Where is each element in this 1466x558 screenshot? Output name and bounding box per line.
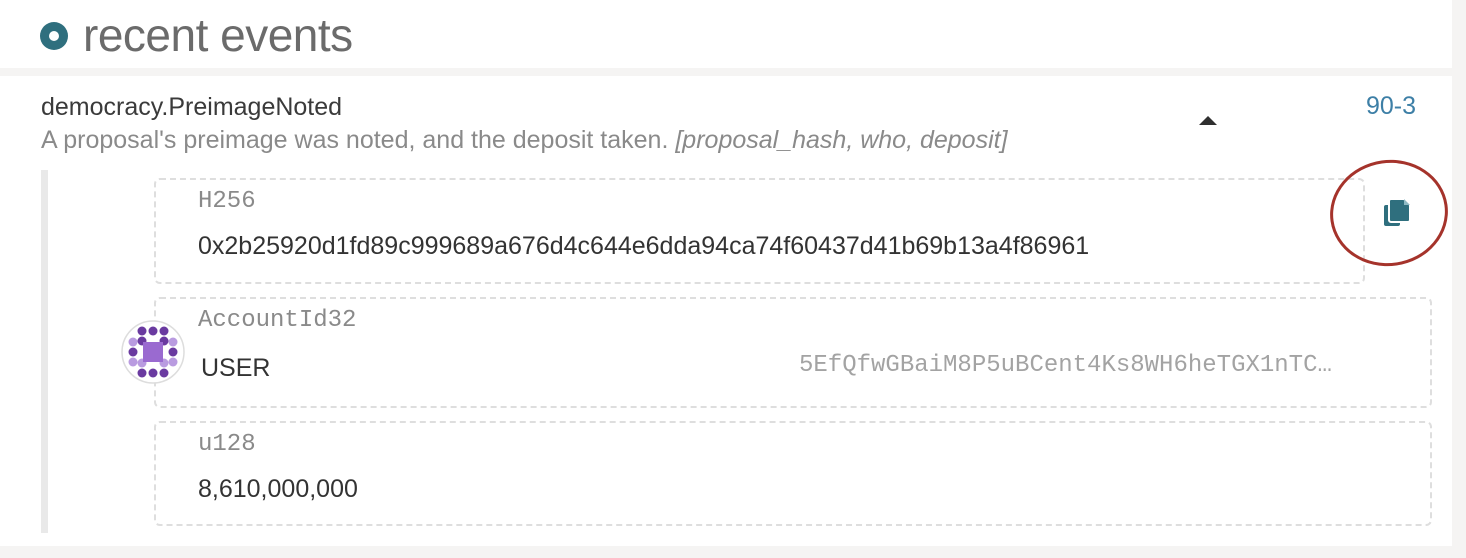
section-title: recent events xyxy=(83,9,353,61)
section-header: recent events xyxy=(0,0,1452,68)
param-hash-field[interactable]: H256 0x2b25920d1fd89c999689a676d4c644e6d… xyxy=(154,178,1365,284)
event-description-text: A proposal's preimage was noted, and the… xyxy=(41,126,669,154)
event-name: democracy.PreimageNoted xyxy=(41,93,343,121)
scroll-gutter xyxy=(1452,0,1466,558)
event-params-signature: [proposal_hash, who, deposit] xyxy=(675,126,1008,154)
params-rail xyxy=(41,170,48,533)
param-amount-field[interactable]: u128 8,610,000,000 xyxy=(154,421,1432,526)
list-footer-gap xyxy=(0,546,1452,558)
account-address[interactable]: 5EfQfwGBaiM8P5uBCent4Ks8WH6heTGX1nTC… xyxy=(799,352,1332,379)
param-type-label: u128 xyxy=(198,431,256,458)
param-amount-value[interactable]: 8,610,000,000 xyxy=(198,475,358,504)
param-hash-value[interactable]: 0x2b25920d1fd89c999689a676d4c644e6dda94c… xyxy=(198,232,1089,261)
param-type-label: H256 xyxy=(198,188,256,215)
collapse-caret-icon[interactable] xyxy=(1199,116,1217,125)
block-event-link[interactable]: 90-3 xyxy=(1366,92,1416,121)
bullet-icon xyxy=(40,22,68,50)
copy-icon[interactable] xyxy=(1380,196,1414,230)
param-type-label: AccountId32 xyxy=(198,307,357,334)
event-description: A proposal's preimage was noted, and the… xyxy=(41,126,1008,155)
account-name: USER xyxy=(201,354,271,382)
param-account-field[interactable]: AccountId32 USER 5EfQfwGBaiM8P5uBCent4Ks… xyxy=(154,297,1432,408)
identicon[interactable] xyxy=(121,320,185,384)
